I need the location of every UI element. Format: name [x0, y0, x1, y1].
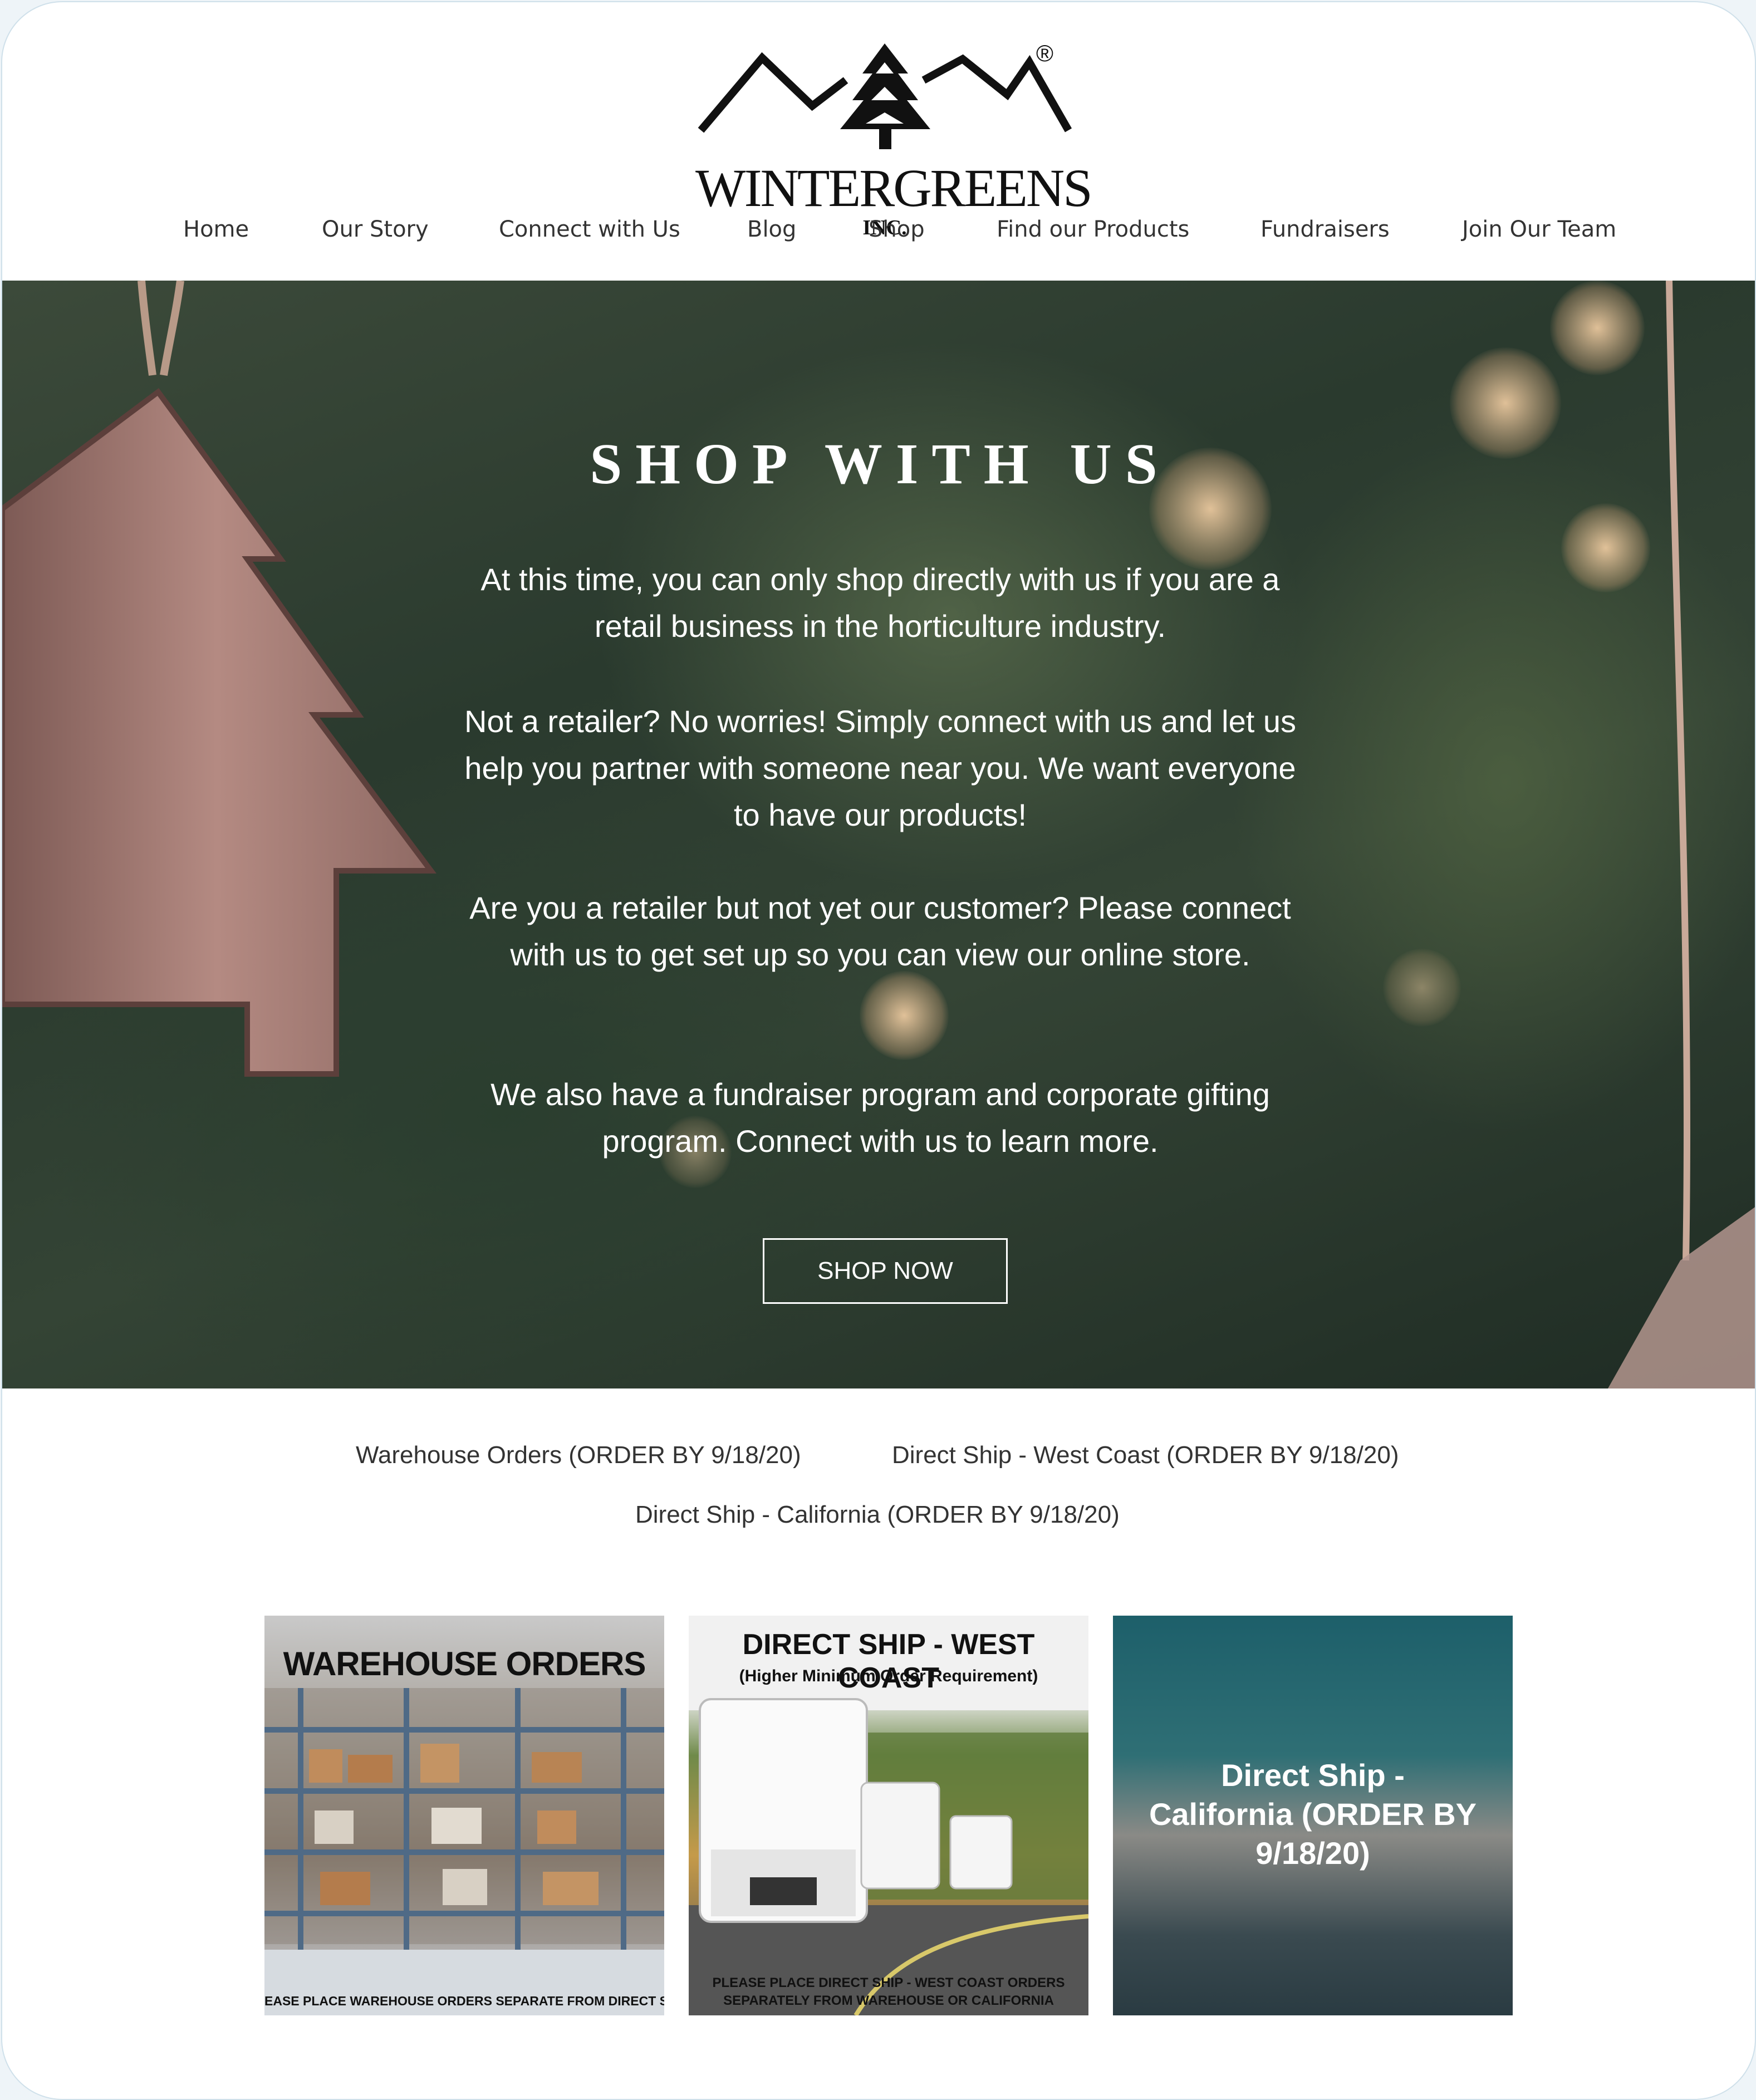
tile-warehouse-orders[interactable]: WAREHOUSE ORDERS EASE PLACE WAREHOUSE OR… — [264, 1616, 664, 2015]
browser-frame: ® WINTERGREENS INC. Home Our Story Conne… — [1, 1, 1756, 2100]
hero-paragraph: At this time, you can only shop directly… — [480, 562, 1280, 644]
nav-item-fundraisers[interactable]: Fundraisers — [1260, 217, 1390, 242]
hero-paragraph: We also have a fundraiser program and co… — [490, 1077, 1270, 1159]
tile-title: WAREHOUSE ORDERS — [283, 1645, 646, 1682]
category-link-california[interactable]: Direct Ship - California (ORDER BY 9/18/… — [635, 1501, 1120, 1529]
tile-subtitle: (Higher Minimum Order Requirement) — [739, 1667, 1038, 1685]
nav-item-home[interactable]: Home — [183, 217, 249, 242]
brand-wordmark: WINTERGREENS — [695, 158, 1093, 218]
tile-title: Direct Ship - California (ORDER BY 9/18/… — [1149, 1758, 1477, 1871]
category-link-warehouse[interactable]: Warehouse Orders (ORDER BY 9/18/20) — [356, 1441, 801, 1469]
tile-footer: PLEASE PLACE DIRECT SHIP - WEST COAST OR… — [712, 1975, 1065, 2008]
tree-ornament-icon — [2, 281, 436, 1077]
hero-title: SHOP WITH US — [590, 432, 1171, 496]
nav-item-our-story[interactable]: Our Story — [322, 217, 429, 242]
registered-mark: ® — [1036, 40, 1053, 66]
brand-logo[interactable]: ® WINTERGREENS INC. — [695, 40, 1093, 238]
hero-banner: SHOP WITH US At this time, you can only … — [2, 281, 1755, 1388]
hero-paragraph: Not a retailer? No worries! Simply conne… — [464, 704, 1296, 832]
nav-item-join-our-team[interactable]: Join Our Team — [1462, 217, 1616, 242]
bokeh-light — [860, 971, 949, 1060]
shop-now-button[interactable]: SHOP NOW — [763, 1238, 1008, 1304]
main-nav: Home Our Story Connect with Us Blog Shop… — [2, 217, 1755, 256]
nav-item-find-our-products[interactable]: Find our Products — [997, 217, 1189, 242]
bokeh-light — [1383, 949, 1461, 1027]
tile-direct-ship-california[interactable]: Direct Ship - California (ORDER BY 9/18/… — [1113, 1616, 1513, 2015]
nav-item-shop[interactable]: Shop — [869, 217, 925, 242]
mountain-logo-icon — [698, 43, 1072, 149]
hero-paragraph: Are you a retailer but not yet our custo… — [469, 890, 1291, 972]
category-link-west-coast[interactable]: Direct Ship - West Coast (ORDER BY 9/18/… — [892, 1441, 1399, 1469]
tile-footer: EASE PLACE WAREHOUSE ORDERS SEPARATE FRO… — [264, 1994, 664, 2008]
nav-item-blog[interactable]: Blog — [747, 217, 796, 242]
nav-item-connect-with-us[interactable]: Connect with Us — [499, 217, 680, 242]
tile-direct-ship-west-coast[interactable]: DIRECT SHIP - WEST COAST (Higher Minimum… — [689, 1616, 1088, 2015]
